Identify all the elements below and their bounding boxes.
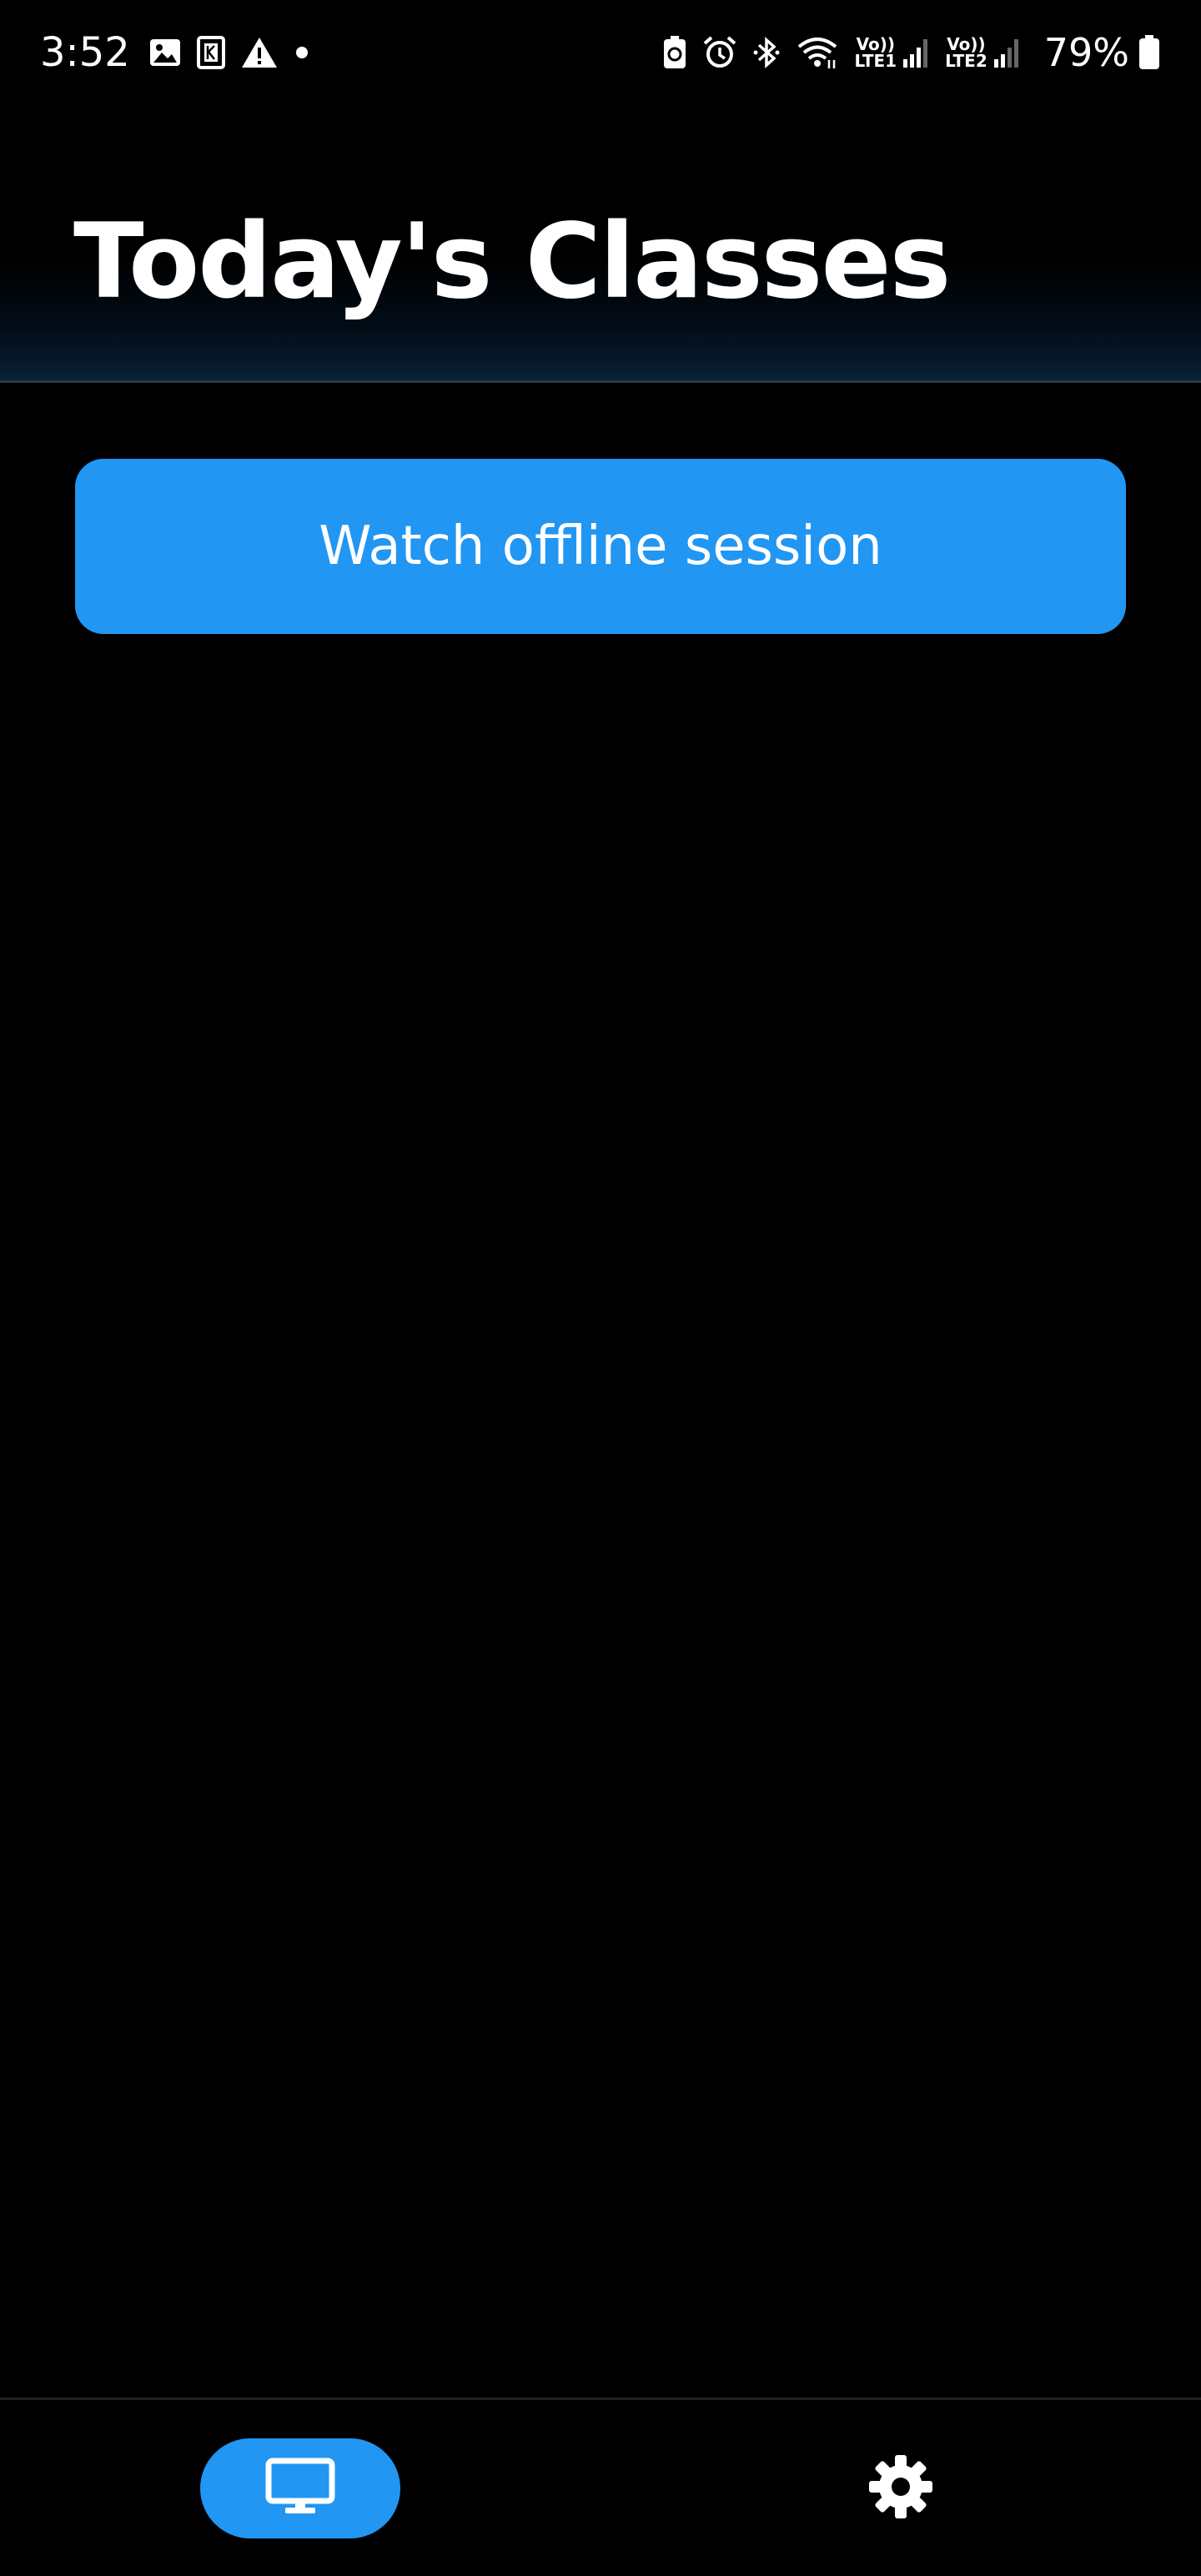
page-header: Today's Classes — [0, 105, 1201, 382]
page-title: Today's Classes — [73, 202, 951, 322]
status-left: 3:52 — [40, 29, 325, 76]
status-bar: 3:52 Vo)) LTE1 Vo)) LTE2 79% — [0, 0, 1201, 105]
dot-icon — [294, 44, 310, 61]
alarm-icon — [702, 35, 737, 70]
watch-offline-session-label: Watch offline session — [319, 516, 882, 577]
app-k-icon — [196, 36, 225, 69]
bottom-nav — [0, 2400, 1201, 2576]
status-time: 3:52 — [40, 29, 130, 76]
monitor-icon — [265, 2458, 335, 2519]
sim1-label: Vo)) LTE1 — [854, 36, 897, 69]
nav-item-classes[interactable] — [200, 2438, 400, 2538]
header-divider — [0, 380, 1201, 383]
warning-icon — [240, 36, 279, 69]
nav-item-settings[interactable] — [851, 2438, 951, 2538]
sim1-volte-text: Vo)) — [856, 34, 895, 54]
battery-icon — [1138, 34, 1161, 71]
sim2-network-text: LTE2 — [945, 51, 987, 71]
sim2-volte-text: Vo)) — [947, 34, 986, 54]
battery-percent: 79% — [1043, 30, 1129, 75]
sim2-label: Vo)) LTE2 — [945, 36, 987, 69]
status-right: Vo)) LTE1 Vo)) LTE2 79% — [662, 30, 1161, 75]
gallery-icon — [148, 36, 182, 69]
signal-2-icon — [992, 36, 1021, 69]
battery-saver-icon — [662, 35, 687, 70]
wifi-icon — [796, 35, 839, 70]
signal-1-icon — [902, 36, 930, 69]
bluetooth-icon — [752, 35, 781, 70]
gear-icon — [867, 2453, 934, 2523]
watch-offline-session-button[interactable]: Watch offline session — [75, 459, 1126, 634]
sim1-network-text: LTE1 — [854, 51, 897, 71]
